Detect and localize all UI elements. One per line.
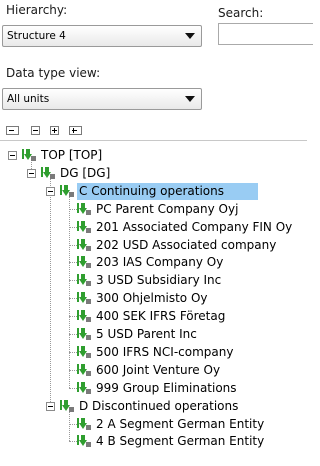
datatype-label: Data type view: [6, 66, 101, 80]
collapse-toggle-icon[interactable] [46, 186, 55, 196]
collapse-toggle-icon[interactable] [46, 401, 55, 411]
unit-arrow-icon [76, 434, 92, 448]
tree-node[interactable]: C Continuing operations [0, 182, 307, 200]
expand-icon[interactable] [50, 126, 59, 135]
collapse-all-icon[interactable] [6, 126, 19, 135]
tree-node-label: 999 Group Eliminations [96, 380, 237, 395]
unit-arrow-icon [76, 417, 92, 431]
tree-node[interactable]: DG [DG] [0, 165, 307, 182]
tree-node-label: D Discontinued operations [79, 398, 239, 413]
tree-node-label: 5 USD Parent Inc [96, 327, 197, 341]
tree-node[interactable]: 202 USD Associated company [0, 237, 307, 254]
tree-node[interactable]: 400 SEK IFRS Företag [0, 308, 307, 325]
search-input[interactable] [218, 23, 313, 45]
tree-node-label: 400 SEK IFRS Företag [96, 309, 226, 324]
tree-node-label: PC Parent Company Oyj [96, 201, 239, 216]
unit-arrow-icon [76, 238, 92, 252]
unit-arrow-icon [59, 184, 75, 198]
unit-arrow-icon [76, 363, 92, 377]
tree-node[interactable]: 600 Joint Venture Oy [0, 362, 307, 379]
tree-node[interactable]: 5 USD Parent Inc [0, 326, 307, 343]
tree-node-label: 201 Associated Company FIN Oy [96, 219, 293, 234]
tree-node[interactable]: 300 Ohjelmisto Oy [0, 290, 307, 307]
tree-node[interactable]: 201 Associated Company FIN Oy [0, 219, 307, 236]
tree-node-label: 4 B Segment German Entity [96, 434, 265, 449]
hierarchy-label: Hierarchy: [6, 3, 68, 17]
tree-node[interactable]: D Discontinued operations [0, 398, 307, 415]
unit-arrow-icon [76, 327, 92, 341]
unit-arrow-icon [76, 381, 92, 395]
collapse-toggle-icon[interactable] [8, 151, 17, 160]
tree-node-label: 2 A Segment German Entity [96, 416, 265, 431]
tree-node[interactable]: 3 USD Subsidiary Inc [0, 272, 307, 289]
search-label: Search: [218, 6, 264, 20]
datatype-select[interactable]: All units [2, 88, 202, 110]
tree-node[interactable]: TOP [TOP] [0, 147, 307, 164]
expand-all-icon[interactable] [69, 126, 82, 135]
unit-arrow-icon [59, 399, 75, 413]
tree-node[interactable]: 4 B Segment German Entity [0, 433, 307, 450]
unit-arrow-icon [76, 291, 92, 305]
hierarchy-selected-value: Structure 4 [7, 30, 66, 42]
unit-arrow-icon [76, 202, 92, 216]
unit-arrow-icon [40, 166, 56, 180]
unit-arrow-icon [76, 273, 92, 287]
tree-node-label: 600 Joint Venture Oy [96, 362, 221, 377]
hierarchy-select[interactable]: Structure 4 [2, 25, 202, 47]
collapse-toggle-icon[interactable] [27, 168, 36, 178]
tree-node[interactable]: PC Parent Company Oyj [0, 201, 307, 218]
unit-arrow-icon [76, 255, 92, 269]
tree-node[interactable]: 203 IAS Company Oy [0, 254, 307, 271]
tree-node[interactable]: 999 Group Eliminations [0, 380, 307, 397]
unit-arrow-icon [21, 148, 37, 162]
tree-node-label: 500 IFRS NCI-company [96, 344, 234, 359]
tree-node-label: 202 USD Associated company [96, 237, 277, 252]
unit-arrow-icon [76, 220, 92, 234]
chevron-down-icon[interactable] [185, 33, 195, 39]
tree-node[interactable]: 500 IFRS NCI-company [0, 344, 307, 361]
tree-node-label: DG [DG] [60, 165, 111, 180]
collapse-icon[interactable] [31, 126, 40, 135]
tree-node-label: 300 Ohjelmisto Oy [96, 291, 208, 306]
tree-node-label: 3 USD Subsidiary Inc [96, 273, 222, 288]
tree-node-label: TOP [TOP] [41, 148, 103, 162]
chevron-down-icon[interactable] [185, 96, 195, 102]
tree-node-label: C Continuing operations [77, 182, 258, 200]
tree-node-label: 203 IAS Company Oy [96, 255, 224, 270]
unit-arrow-icon [76, 345, 92, 359]
unit-arrow-icon [76, 309, 92, 323]
datatype-selected-value: All units [7, 93, 50, 105]
unit-tree: TOP [TOP] DG [DG] C Continuing operations P… [0, 140, 307, 466]
tree-node[interactable]: 2 A Segment German Entity [0, 416, 307, 433]
